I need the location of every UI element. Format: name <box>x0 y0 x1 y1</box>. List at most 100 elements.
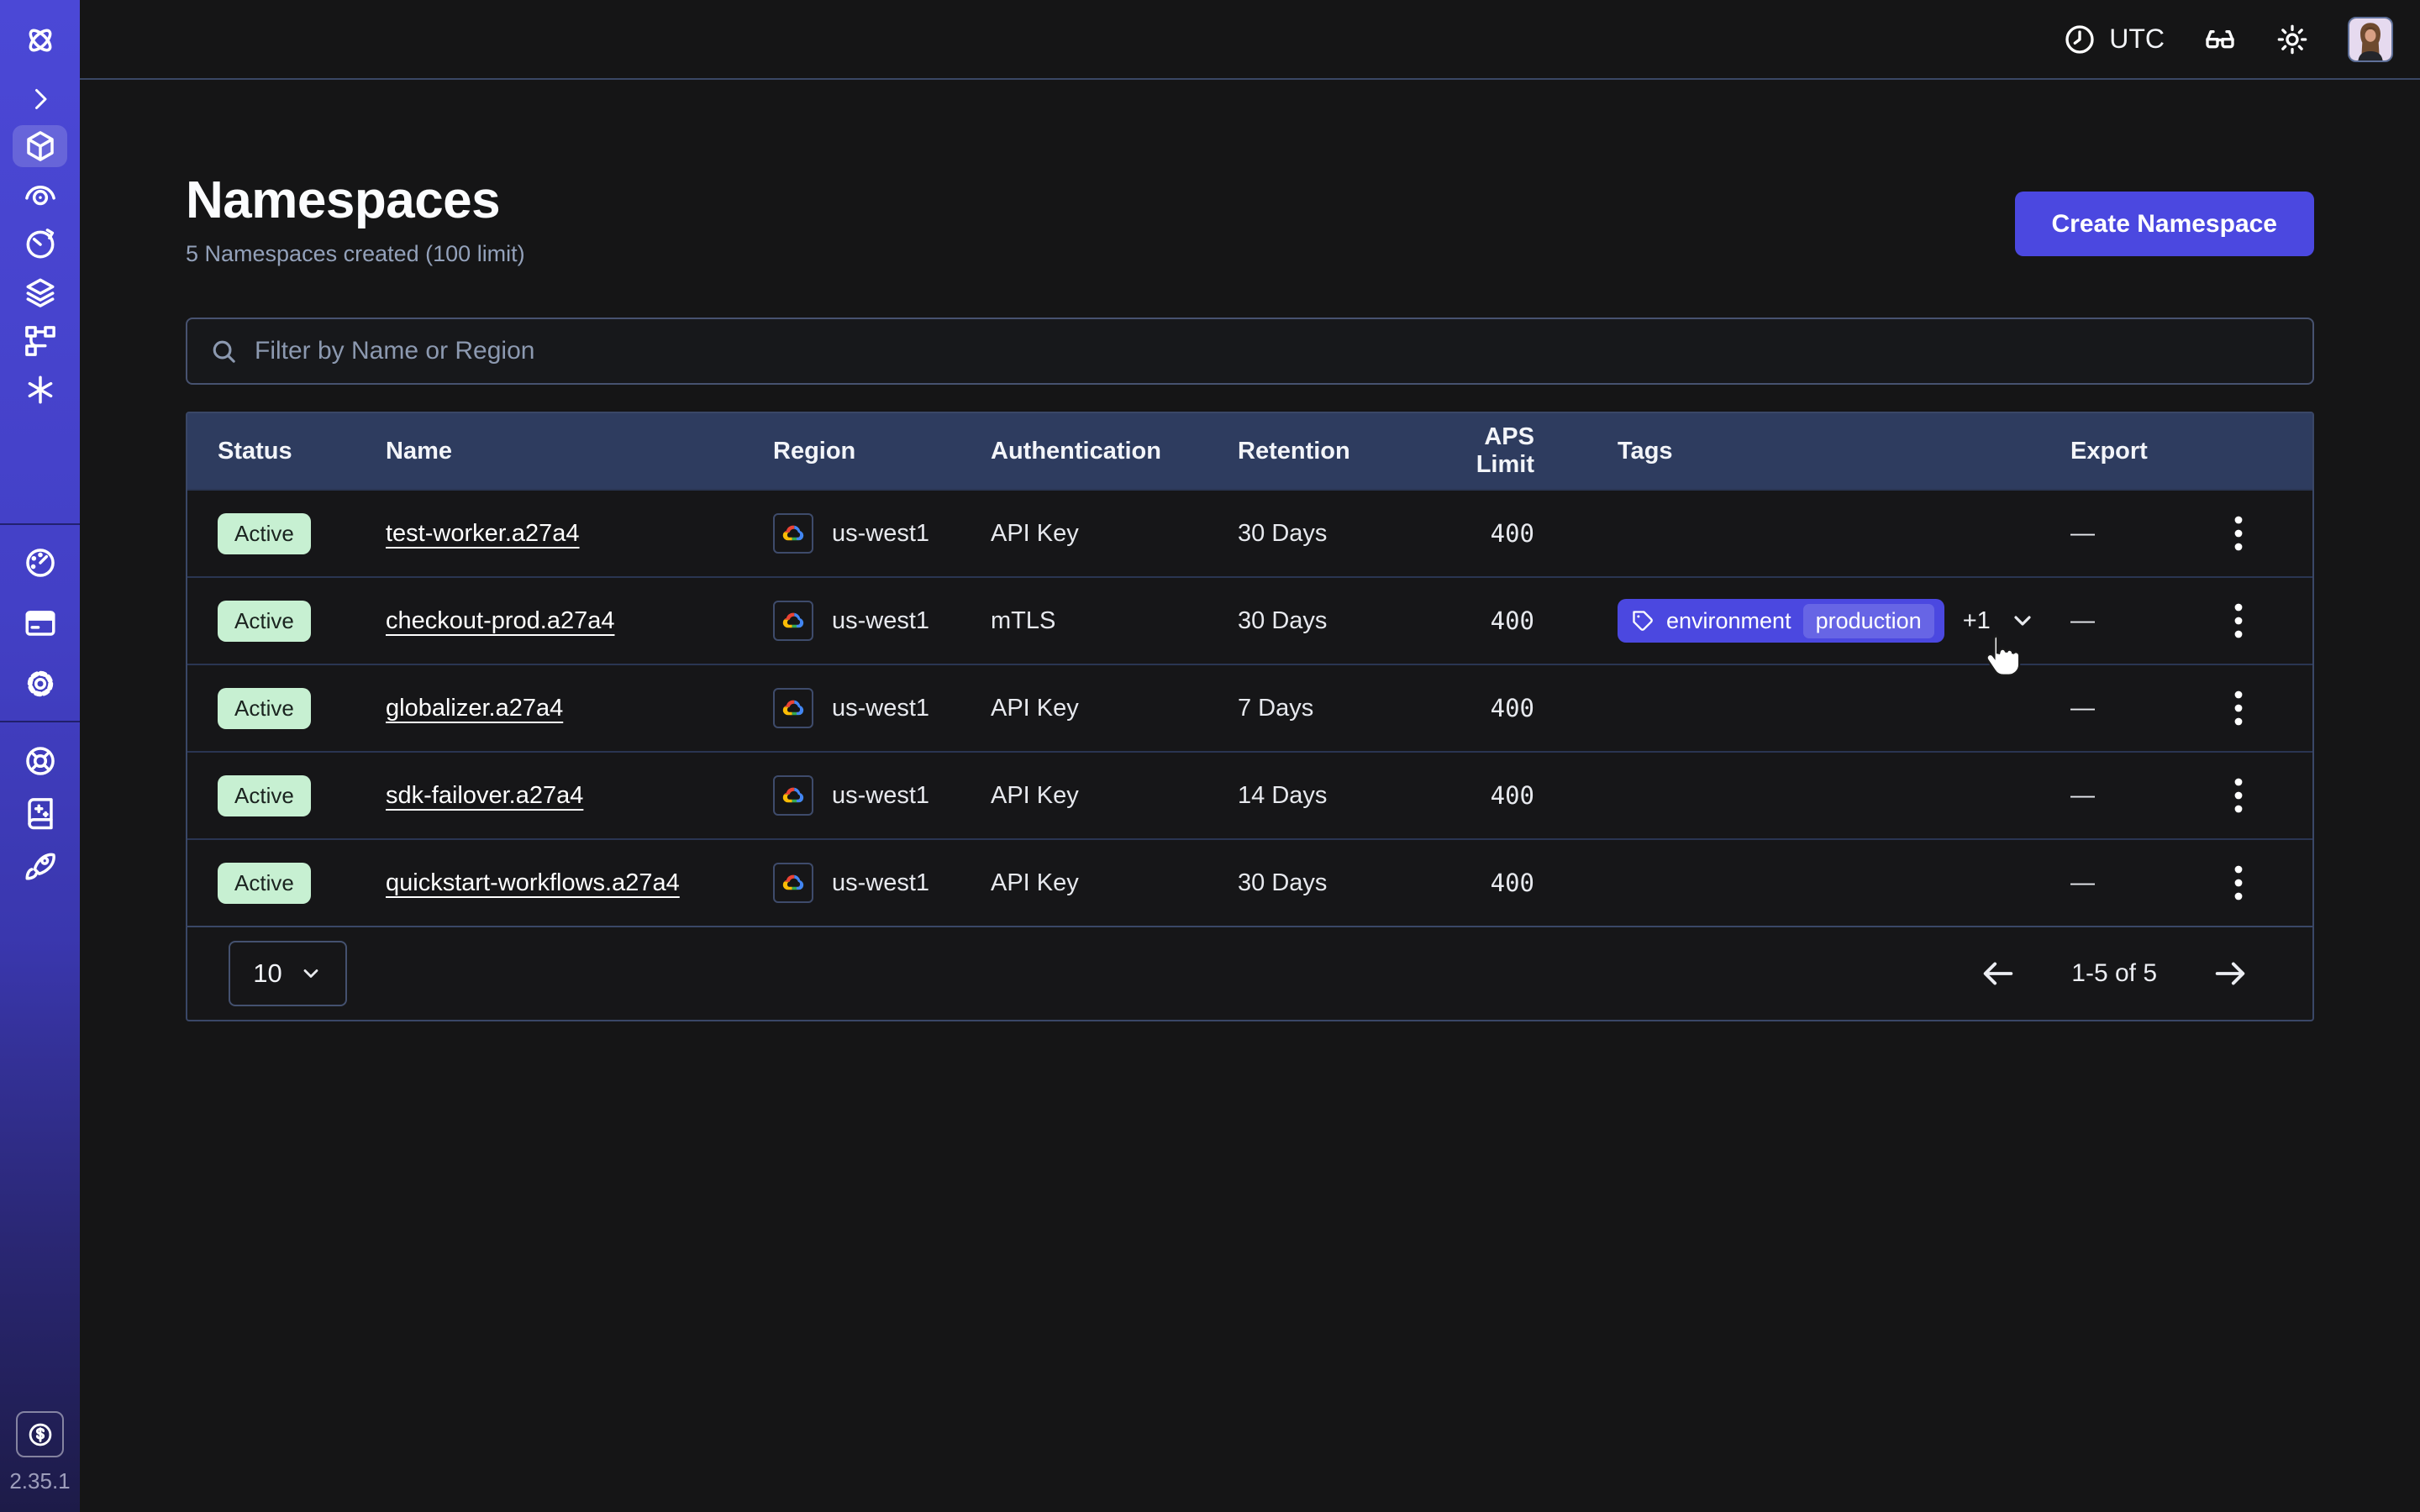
auth-value: mTLS <box>991 607 1238 635</box>
timezone-selector[interactable]: UTC <box>2063 23 2165 56</box>
namespace-link[interactable]: quickstart-workflows.a27a4 <box>386 869 680 896</box>
sidebar-divider <box>0 721 80 722</box>
sidebar-item-cube-icon[interactable] <box>0 122 80 171</box>
app-root: 2.35.1 UTC Namespaces 5 Namespaces creat… <box>0 0 2420 1512</box>
tags-more-count: +1 <box>1963 607 1991 635</box>
aps-limit-value: 400 <box>1423 519 1534 548</box>
col-header-export: Export <box>2070 438 2187 465</box>
sidebar-item-rocket-icon[interactable] <box>0 839 80 891</box>
status-badge: Active <box>218 775 311 816</box>
status-badge: Active <box>218 601 311 642</box>
aps-limit-value: 400 <box>1423 869 1534 897</box>
sidebar-item-spiral-eye-icon[interactable] <box>0 171 80 219</box>
temporal-logo-icon[interactable] <box>0 20 80 60</box>
col-header-tags: Tags <box>1534 438 2070 465</box>
auth-value: API Key <box>991 782 1238 810</box>
filter-bar[interactable] <box>186 318 2314 385</box>
user-avatar[interactable] <box>2348 17 2393 62</box>
aps-limit-value: 400 <box>1423 694 1534 722</box>
reader-glasses-icon[interactable] <box>2203 23 2237 56</box>
create-namespace-button[interactable]: Create Namespace <box>2015 192 2315 256</box>
table-row: Active checkout-prod.a27a4 us-west1 mTLS… <box>187 576 2312 664</box>
status-badge: Active <box>218 513 311 554</box>
retention-value: 30 Days <box>1238 520 1423 548</box>
gcp-cloud-icon <box>773 601 813 641</box>
sidebar-item-layers-icon[interactable] <box>0 268 80 317</box>
next-page-arrow-icon[interactable] <box>2211 954 2249 993</box>
prev-page-arrow-icon[interactable] <box>1979 954 2018 993</box>
topbar: UTC <box>80 0 2420 80</box>
table-row: Active sdk-failover.a27a4 us-west1 API K… <box>187 751 2312 838</box>
retention-value: 14 Days <box>1238 782 1423 810</box>
sidebar-item-asterisk-icon[interactable] <box>0 365 80 414</box>
sidebar-item-lifebuoy-icon[interactable] <box>0 735 80 787</box>
sidebar-item-billing-icon[interactable] <box>0 593 80 654</box>
namespace-link[interactable]: checkout-prod.a27a4 <box>386 607 614 634</box>
page-size-select[interactable]: 10 <box>229 941 347 1006</box>
namespace-link[interactable]: globalizer.a27a4 <box>386 695 563 722</box>
col-header-aps-limit: APS Limit <box>1423 423 1534 479</box>
col-header-status: Status <box>218 438 386 465</box>
table-header-row: Status Name Region Authentication Retent… <box>187 413 2312 489</box>
tags-expand-chevron-icon[interactable] <box>2009 607 2036 634</box>
sidebar-divider <box>0 523 80 525</box>
search-icon <box>209 337 238 365</box>
export-value: — <box>2070 607 2187 635</box>
export-value: — <box>2070 520 2187 548</box>
page-subtitle: 5 Namespaces created (100 limit) <box>186 241 525 267</box>
row-actions-kebab-icon[interactable] <box>2228 858 2249 907</box>
pagination-range: 1-5 of 5 <box>2071 959 2157 988</box>
sidebar-item-gauge-icon[interactable] <box>0 533 80 593</box>
col-header-name: Name <box>386 438 773 465</box>
clock-icon <box>2063 23 2096 56</box>
export-value: — <box>2070 695 2187 722</box>
tag-key: environment <box>1666 608 1791 634</box>
table-row: Active test-worker.a27a4 us-west1 API Ke… <box>187 489 2312 576</box>
row-actions-kebab-icon[interactable] <box>2228 771 2249 820</box>
timezone-label: UTC <box>2109 24 2165 55</box>
app-version: 2.35.1 <box>0 1468 80 1494</box>
retention-value: 30 Days <box>1238 869 1423 897</box>
retention-value: 30 Days <box>1238 607 1423 635</box>
sidebar-expand-chevron-icon[interactable] <box>0 79 80 119</box>
tag-value: production <box>1803 604 1934 638</box>
region-label: us-west1 <box>832 607 929 635</box>
namespace-link[interactable]: sdk-failover.a27a4 <box>386 782 583 809</box>
region-label: us-west1 <box>832 520 929 548</box>
sidebar-item-gear-icon[interactable] <box>0 654 80 714</box>
sidebar-item-docs-book-icon[interactable] <box>0 787 80 839</box>
region-label: us-west1 <box>832 695 929 722</box>
page-title: Namespaces <box>186 172 525 229</box>
status-badge: Active <box>218 688 311 729</box>
chevron-down-icon <box>299 962 323 985</box>
row-actions-kebab-icon[interactable] <box>2228 596 2249 645</box>
row-actions-kebab-icon[interactable] <box>2228 509 2249 558</box>
table-row: Active quickstart-workflows.a27a4 us-wes… <box>187 838 2312 926</box>
retention-value: 7 Days <box>1238 695 1423 722</box>
aps-limit-value: 400 <box>1423 606 1534 635</box>
col-header-retention: Retention <box>1238 438 1423 465</box>
billing-badge-dollar-icon[interactable] <box>16 1411 64 1457</box>
tag-chip[interactable]: environment production <box>1618 599 1944 643</box>
export-value: — <box>2070 869 2187 897</box>
namespaces-table: Status Name Region Authentication Retent… <box>186 412 2314 1021</box>
page-header: Namespaces 5 Namespaces created (100 lim… <box>186 172 2314 267</box>
theme-sun-icon[interactable] <box>2275 23 2309 56</box>
namespace-link[interactable]: test-worker.a27a4 <box>386 520 580 547</box>
page-size-value: 10 <box>253 958 281 989</box>
aps-limit-value: 400 <box>1423 781 1534 810</box>
sidebar-item-flow-icon[interactable] <box>0 317 80 365</box>
col-header-region: Region <box>773 438 991 465</box>
tag-icon <box>1631 609 1655 633</box>
gcp-cloud-icon <box>773 688 813 728</box>
table-pagination: 10 1-5 of 5 <box>187 926 2312 1020</box>
gcp-cloud-icon <box>773 775 813 816</box>
region-label: us-west1 <box>832 869 929 897</box>
gcp-cloud-icon <box>773 513 813 554</box>
filter-input[interactable] <box>255 337 2291 365</box>
sidebar-item-timer-icon[interactable] <box>0 219 80 268</box>
auth-value: API Key <box>991 869 1238 897</box>
col-header-authentication: Authentication <box>991 438 1238 465</box>
auth-value: API Key <box>991 695 1238 722</box>
row-actions-kebab-icon[interactable] <box>2228 684 2249 732</box>
